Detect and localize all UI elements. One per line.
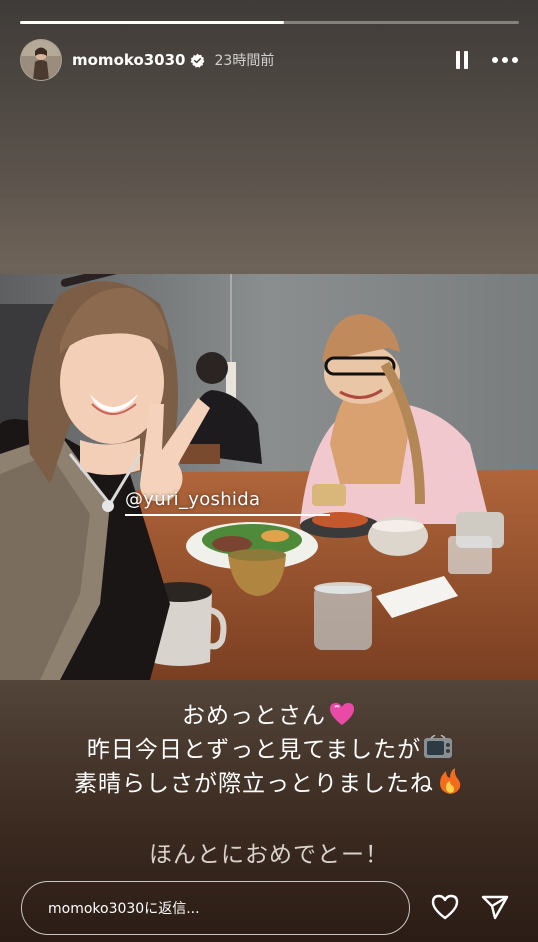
story-progress-fill — [20, 21, 285, 24]
more-options-button[interactable] — [492, 49, 518, 71]
like-button[interactable] — [430, 893, 460, 921]
verified-badge-icon — [190, 53, 205, 68]
caption-line-3: 素晴らしさが際立っとりましたね — [0, 764, 538, 798]
share-button[interactable] — [480, 893, 510, 921]
caption-line-4: ほんとにおめでとー！ — [0, 835, 538, 869]
fire-icon — [436, 767, 464, 794]
caption-text-1: おめっとさん — [182, 703, 326, 729]
story-photo — [0, 274, 538, 680]
more-dots-icon — [492, 57, 518, 63]
caption-text-4: ほんとにおめでとー！ — [149, 842, 389, 868]
story-username[interactable]: momoko3030 — [72, 51, 186, 69]
reply-input[interactable]: momoko3030に返信... — [21, 881, 410, 935]
reply-placeholder: momoko3030に返信... — [48, 901, 200, 917]
heart-outline-icon — [431, 894, 459, 920]
mention-tag[interactable]: @yuri_yoshida — [125, 489, 260, 510]
caption-text-2: 昨日今日とずっと見てましたが — [86, 737, 422, 763]
story-viewer: momoko3030 23時間前 @yuri_yoshida おめっとさん 昨日… — [0, 0, 538, 942]
caption-text-3: 素晴らしさが際立っとりましたね — [74, 771, 434, 797]
mention-underline — [125, 514, 330, 516]
pink-heart-icon — [328, 701, 356, 727]
caption-line-1: おめっとさん — [0, 696, 538, 730]
caption-line-2: 昨日今日とずっと見てましたが — [0, 730, 538, 764]
pause-icon — [456, 51, 468, 69]
story-header: momoko3030 23時間前 — [20, 39, 518, 81]
send-icon — [481, 895, 509, 920]
story-timestamp: 23時間前 — [214, 53, 275, 69]
pause-button[interactable] — [452, 49, 472, 71]
avatar[interactable] — [20, 39, 62, 81]
television-icon — [423, 734, 453, 761]
story-progress-bar — [20, 21, 519, 24]
